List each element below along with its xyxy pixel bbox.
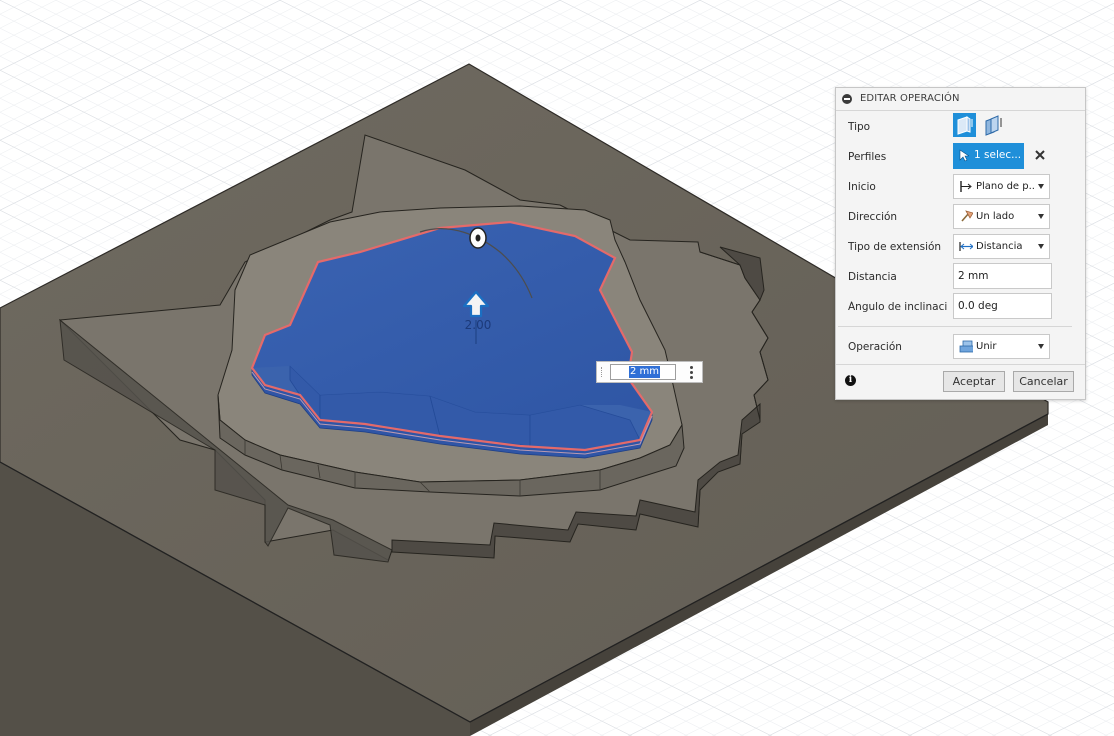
inicio-dropdown[interactable]: Plano de p...	[953, 174, 1050, 199]
perfiles-select-button[interactable]: 1 selec...	[953, 143, 1024, 169]
tipo-extension-value: Distancia	[976, 241, 1023, 252]
dialog-title-bar[interactable]: EDITAR OPERACIÓN	[836, 88, 1085, 111]
close-icon[interactable]	[1033, 148, 1047, 162]
chevron-down-icon	[1038, 214, 1044, 219]
more-options-icon[interactable]	[690, 366, 693, 381]
angulo-value[interactable]: 0.0 deg	[958, 300, 998, 312]
inicio-value: Plano de p...	[976, 181, 1034, 192]
dialog-divider	[838, 326, 1072, 327]
cancel-button[interactable]: Cancelar	[1013, 371, 1074, 392]
edit-feature-dialog: EDITAR OPERACIÓN Tipo Perfiles 1 selec..…	[835, 87, 1086, 400]
perfiles-value: 1 selec...	[974, 149, 1022, 161]
chevron-down-icon	[1038, 184, 1044, 189]
operacion-dropdown[interactable]: Unir	[953, 334, 1050, 359]
floating-distance-field[interactable]: 2 mm	[610, 364, 676, 380]
tipo-label: Tipo	[848, 121, 871, 133]
join-icon	[959, 340, 973, 353]
direccion-value: Un lado	[976, 211, 1015, 222]
perfiles-label: Perfiles	[848, 151, 887, 163]
chevron-down-icon	[1038, 244, 1044, 249]
extrude-thin-icon	[985, 115, 1002, 136]
extrude-solid-icon	[957, 116, 973, 135]
select-pointer-icon	[959, 149, 969, 162]
floating-distance-input[interactable]: 2 mm	[596, 361, 703, 383]
tipo-extension-label: Tipo de extensión	[848, 241, 942, 253]
distance-icon	[959, 242, 973, 251]
distancia-value[interactable]: 2 mm	[958, 270, 988, 282]
direccion-label: Dirección	[848, 211, 898, 223]
info-icon[interactable]: i	[845, 375, 856, 386]
tipo-extension-dropdown[interactable]: Distancia	[953, 234, 1050, 259]
collapse-icon[interactable]	[842, 94, 852, 104]
angulo-input[interactable]: 0.0 deg	[953, 293, 1052, 319]
distance-handle-label: 2.00	[465, 318, 492, 332]
inicio-label: Inicio	[848, 181, 876, 193]
operacion-value: Unir	[976, 341, 997, 352]
drag-grip-icon[interactable]	[601, 367, 605, 377]
profile-plane-icon	[960, 181, 972, 192]
dialog-title: EDITAR OPERACIÓN	[860, 93, 960, 104]
one-side-icon	[961, 210, 973, 222]
floating-distance-value[interactable]: 2 mm	[629, 366, 661, 378]
operacion-label: Operación	[848, 341, 902, 353]
accept-button[interactable]: Aceptar	[943, 371, 1005, 392]
direccion-dropdown[interactable]: Un lado	[953, 204, 1050, 229]
angulo-label: Ángulo de inclinaci...	[848, 301, 948, 313]
extrude-solid-button[interactable]	[953, 113, 976, 137]
distancia-label: Distancia	[848, 271, 897, 283]
extrude-thin-button[interactable]	[982, 113, 1005, 137]
chevron-down-icon	[1038, 344, 1044, 349]
distancia-input[interactable]: 2 mm	[953, 263, 1052, 289]
